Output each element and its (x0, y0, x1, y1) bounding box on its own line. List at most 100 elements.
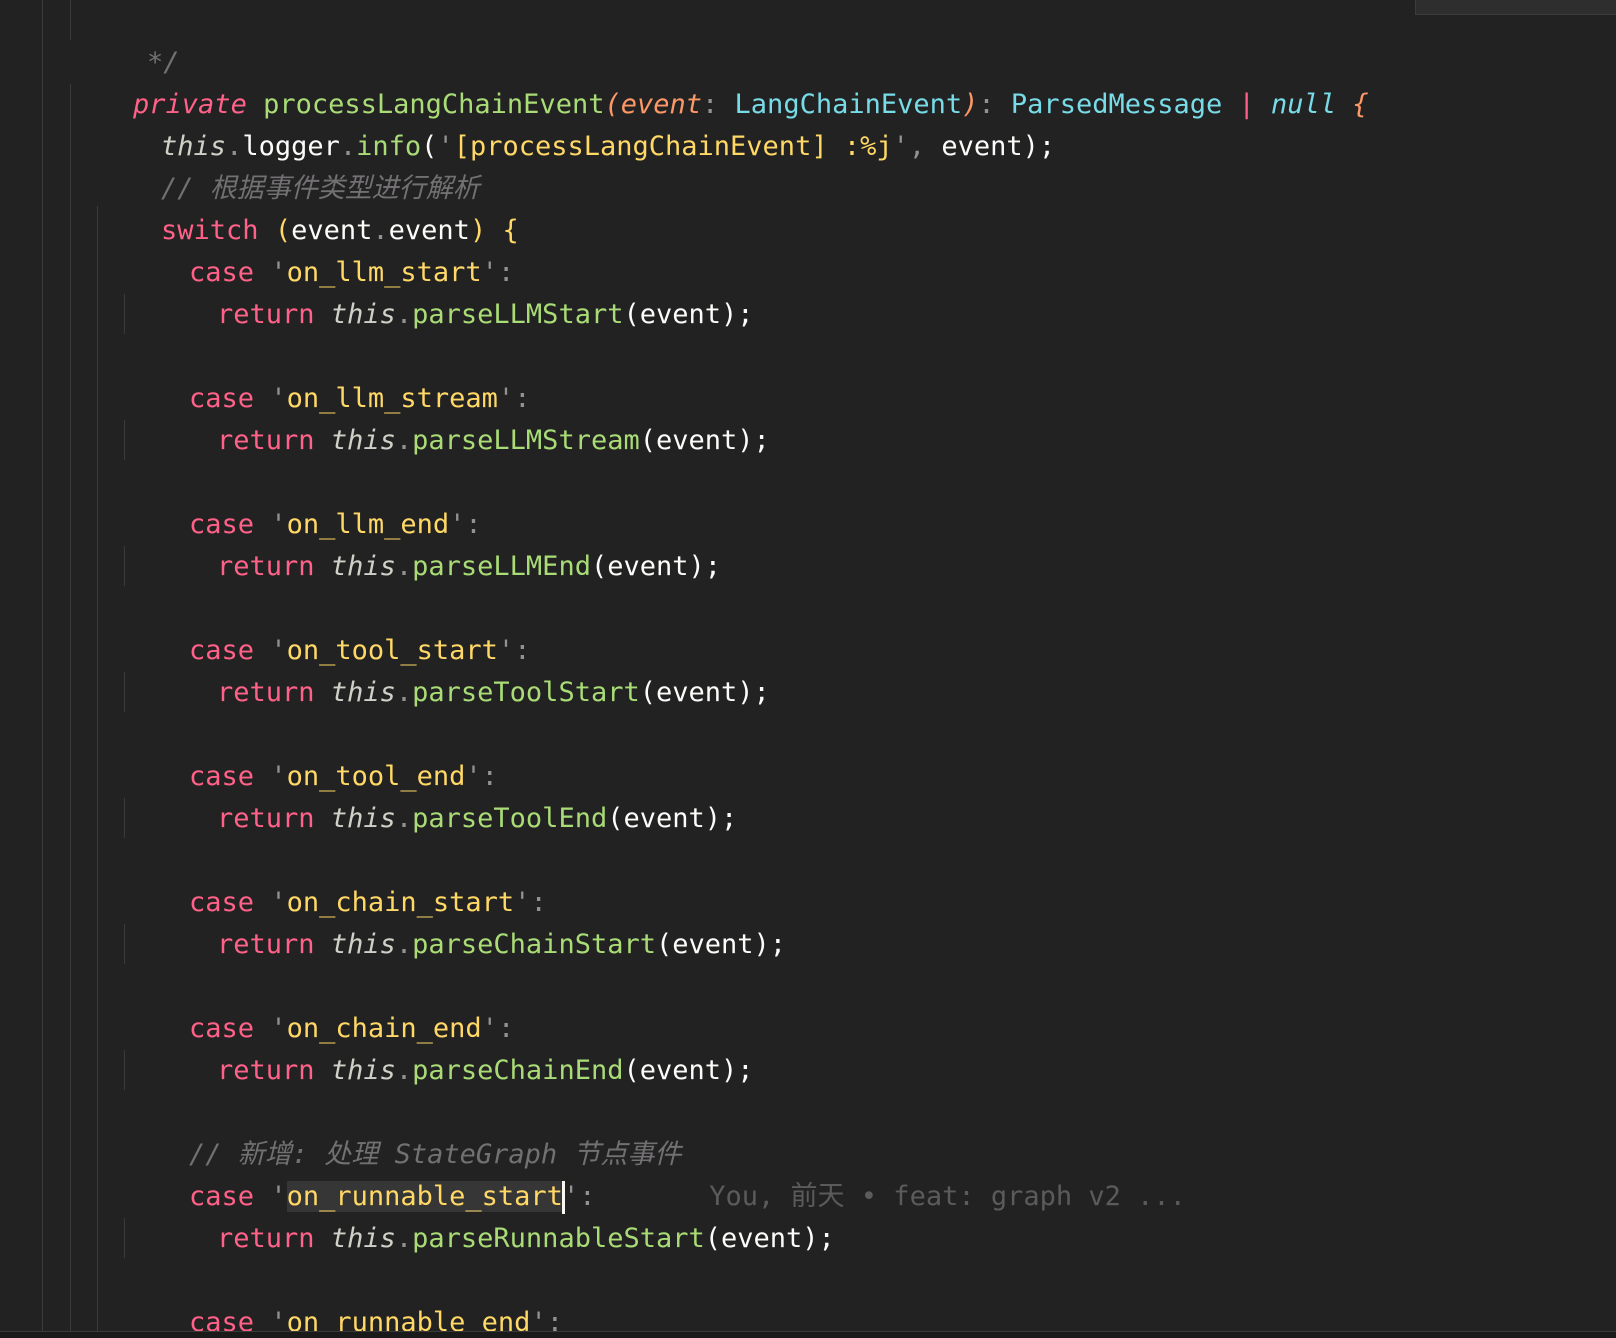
event-arg: event (639, 1055, 722, 1086)
case-line: case 'on_llm_start': (124, 210, 514, 288)
indent-guide (124, 798, 125, 838)
switch-line: switch (event.event) { (96, 168, 519, 246)
event-arg: event (607, 551, 689, 582)
this-keyword: this (330, 1055, 396, 1086)
return-line: return this.parseLLMEnd(event); (152, 504, 721, 582)
comment-line: // 根据事件类型进行解析 (96, 126, 480, 204)
dot: . (395, 299, 413, 330)
call-close: ); (704, 803, 738, 834)
logger-line: this.logger.info('[processLangChainEvent… (96, 84, 1055, 162)
dot: . (395, 929, 413, 960)
this-keyword: this (330, 1223, 396, 1254)
code-editor[interactable]: */ private processLangChainEvent(event: … (0, 0, 1616, 1338)
this-keyword: this (330, 551, 396, 582)
indent-guide (70, 84, 71, 1332)
call-open: ( (639, 425, 656, 456)
return-keyword: return (217, 929, 315, 960)
return-keyword: return (217, 1223, 315, 1254)
dot: . (395, 677, 413, 708)
log-string: [processLangChainEvent] :%j (453, 131, 893, 162)
handler-name: parseChainEnd (412, 1055, 624, 1086)
dot: . (395, 803, 413, 834)
null-keyword: null (1271, 89, 1337, 120)
case-line: case 'on_tool_end': (124, 714, 498, 792)
return-keyword: return (217, 1055, 315, 1086)
call-close: ); (737, 677, 770, 708)
handler-name: parseToolStart (412, 677, 640, 708)
indent-guide (97, 206, 98, 1332)
handler-name: parseLLMStart (412, 299, 624, 330)
call-close: ); (737, 425, 770, 456)
this-keyword: this (330, 299, 396, 330)
handler-name: parseLLMEnd (412, 551, 591, 582)
call-open: ( (607, 803, 624, 834)
call-close: ); (688, 551, 722, 582)
union-pipe: | (1238, 89, 1255, 120)
call-close: ); (802, 1223, 835, 1254)
indent-guide (124, 672, 125, 712)
handler-name: parseToolEnd (412, 803, 608, 834)
case-line: case 'on_runnable_end': (124, 1260, 563, 1338)
dot: . (395, 425, 413, 456)
handler-name: parseLLMStream (412, 425, 640, 456)
call-close: ); (721, 299, 754, 330)
return-line: return this.parseRunnableStart(event); (152, 1176, 835, 1254)
editor-top-widget[interactable] (1415, 0, 1616, 15)
return-line: return this.parseChainStart(event); (152, 882, 786, 960)
dot: . (395, 1223, 413, 1254)
case-line: case 'on_tool_start': (124, 588, 530, 666)
event-arg: event (941, 131, 1023, 162)
editor-bottom-edge (0, 1331, 1616, 1338)
call-close: ); (721, 1055, 754, 1086)
handler-name: parseRunnableStart (412, 1223, 705, 1254)
case-line: case 'on_llm_end': (124, 462, 482, 540)
indent-guide (124, 924, 125, 964)
return-line: return this.parseLLMStream(event); (152, 378, 770, 456)
this-keyword: this (330, 425, 396, 456)
this-keyword: this (330, 677, 396, 708)
call-open: ( (704, 1223, 722, 1254)
indent-guide (124, 1050, 125, 1090)
event-arg: event (639, 299, 722, 330)
indent-guide (124, 294, 125, 334)
this-keyword: this (330, 803, 396, 834)
call-open: ( (639, 677, 656, 708)
return-keyword: return (217, 299, 315, 330)
dot: . (395, 551, 413, 582)
event-arg: event (623, 803, 705, 834)
case-line: case 'on_llm_stream': (124, 336, 530, 414)
call-open: ( (590, 551, 608, 582)
return-line: return this.parseToolEnd(event); (152, 756, 737, 834)
indent-guide (70, 0, 71, 40)
arg-separator: , (908, 131, 942, 162)
return-line: return this.parseLLMStart(event); (152, 252, 754, 330)
case-line: case 'on_chain_end': (124, 966, 514, 1044)
method-open-brace: { (1352, 89, 1369, 120)
return-line: return this.parseChainEnd(event); (152, 1008, 754, 1086)
indent-guide (124, 1218, 125, 1258)
return-keyword: return (217, 551, 315, 582)
event-arg: event (672, 929, 754, 960)
event-arg: event (655, 677, 738, 708)
dot: . (395, 1055, 413, 1086)
call-open: ( (623, 1055, 640, 1086)
method-signature-line: private processLangChainEvent(event: Lan… (68, 42, 1369, 120)
call-open: ( (655, 929, 673, 960)
comment-close-line: */ (82, 0, 180, 78)
comment-line: // 新增: 处理 StateGraph 节点事件 (124, 1092, 681, 1170)
return-keyword: return (217, 677, 315, 708)
call-open: ( (623, 299, 640, 330)
event-arg: event (721, 1223, 803, 1254)
call-close: ); (1022, 131, 1056, 162)
return-keyword: return (217, 425, 315, 456)
this-keyword: this (330, 929, 396, 960)
quote: ' (892, 131, 909, 162)
return-line: return this.parseToolStart(event); (152, 630, 770, 708)
call-close: ); (753, 929, 787, 960)
handler-name: parseChainStart (412, 929, 656, 960)
case-line: case 'on_chain_start': (124, 840, 547, 918)
return-keyword: return (217, 803, 315, 834)
indent-guide (124, 546, 125, 586)
indent-guide (42, 0, 43, 1332)
event-arg: event (655, 425, 738, 456)
